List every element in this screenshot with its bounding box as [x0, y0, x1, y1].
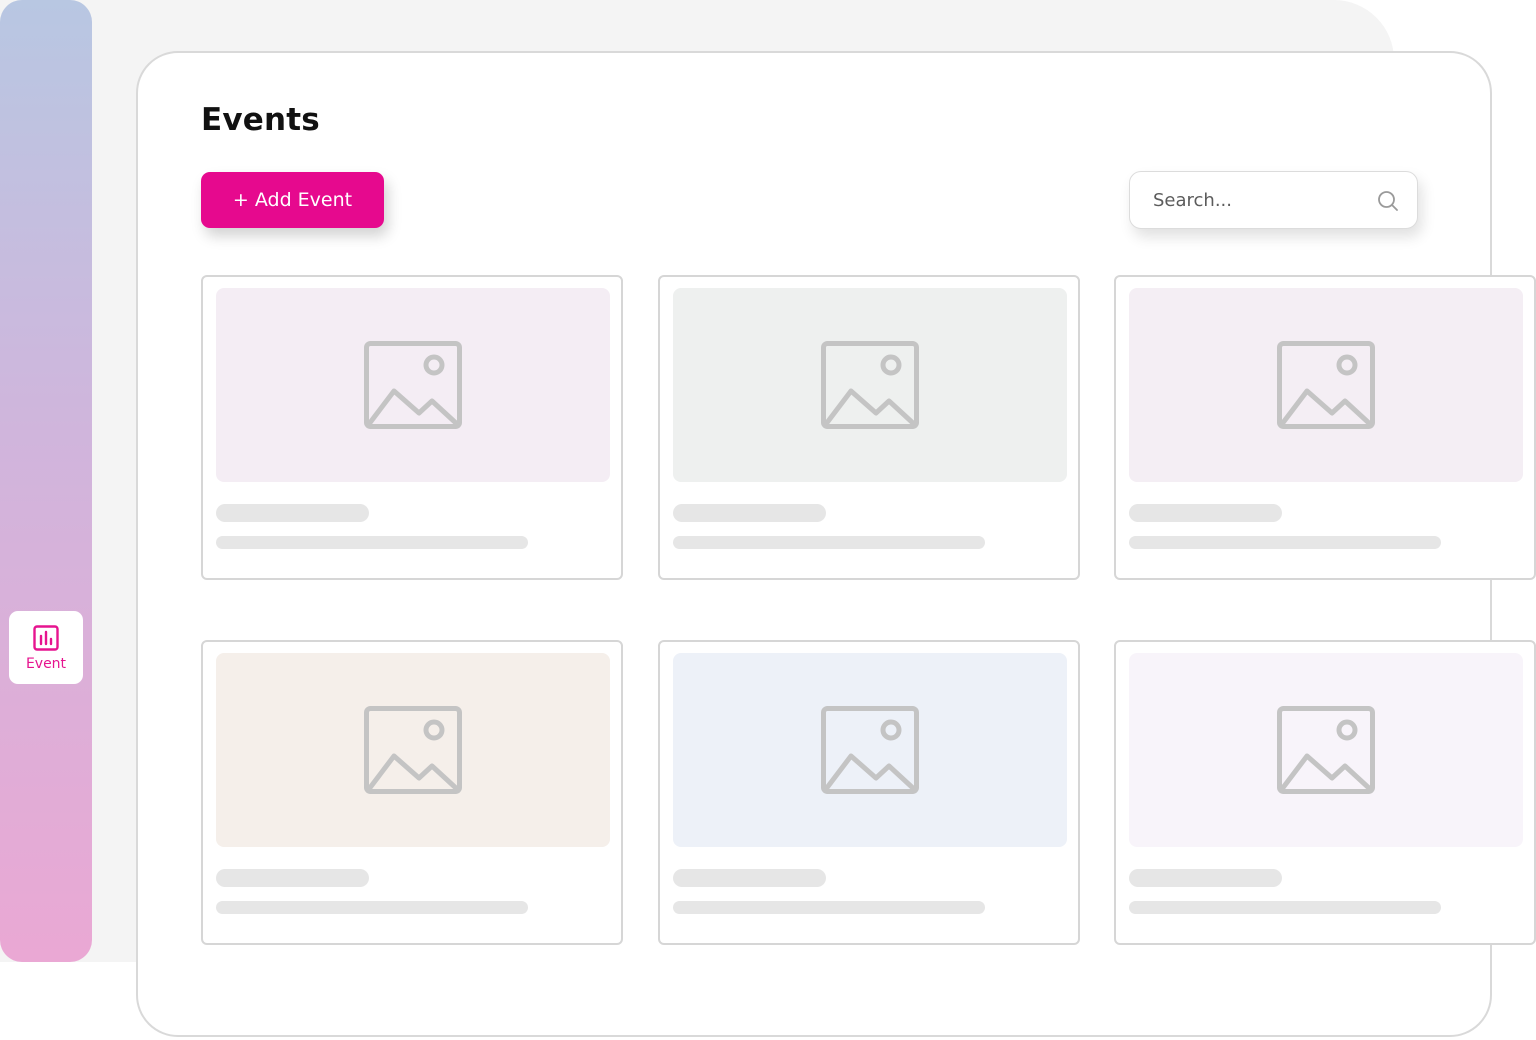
card-thumbnail — [216, 288, 610, 482]
card-title-skeleton — [1129, 504, 1282, 522]
event-card[interactable] — [1114, 275, 1536, 580]
card-thumbnail — [1129, 653, 1523, 847]
card-thumbnail — [216, 653, 610, 847]
card-thumbnail — [673, 288, 1067, 482]
event-card[interactable] — [201, 640, 623, 945]
card-title-skeleton — [673, 504, 826, 522]
card-title-skeleton — [1129, 869, 1282, 887]
card-title-skeleton — [673, 869, 826, 887]
search-input[interactable] — [1153, 189, 1363, 211]
card-subtitle-skeleton — [216, 536, 528, 549]
card-subtitle-skeleton — [216, 901, 528, 914]
image-placeholder-icon — [821, 706, 919, 794]
sidebar-item-label: Event — [25, 655, 67, 672]
card-subtitle-skeleton — [673, 901, 985, 914]
card-subtitle-skeleton — [673, 536, 985, 549]
image-placeholder-icon — [364, 706, 462, 794]
image-placeholder-icon — [1277, 706, 1375, 794]
image-placeholder-icon — [364, 341, 462, 429]
sidebar: Event — [0, 0, 92, 962]
card-title-skeleton — [216, 504, 369, 522]
card-subtitle-skeleton — [1129, 536, 1441, 549]
add-event-button[interactable]: + Add Event — [201, 172, 384, 228]
event-card[interactable] — [201, 275, 623, 580]
page-title: Events — [201, 102, 320, 138]
bar-chart-icon — [33, 624, 59, 651]
search-icon[interactable] — [1377, 190, 1399, 212]
event-card[interactable] — [658, 640, 1080, 945]
card-subtitle-skeleton — [1129, 901, 1441, 914]
app-canvas: Event Events + Add Event — [0, 0, 1536, 1040]
card-thumbnail — [1129, 288, 1523, 482]
card-thumbnail — [673, 653, 1067, 847]
search-box[interactable] — [1129, 171, 1418, 229]
sidebar-item-event[interactable]: Event — [9, 611, 83, 684]
image-placeholder-icon — [1277, 341, 1375, 429]
event-card[interactable] — [658, 275, 1080, 580]
image-placeholder-icon — [821, 341, 919, 429]
card-title-skeleton — [216, 869, 369, 887]
event-card[interactable] — [1114, 640, 1536, 945]
